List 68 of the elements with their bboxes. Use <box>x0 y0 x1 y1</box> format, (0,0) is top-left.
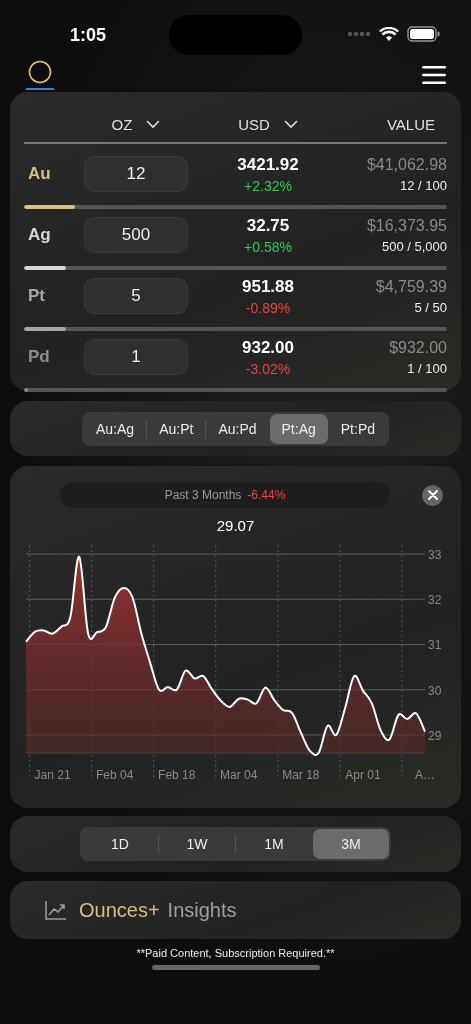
price: 3421.92 <box>237 154 299 175</box>
range-tab[interactable]: 1W <box>159 829 235 859</box>
battery-icon <box>407 26 441 42</box>
ratio-tab[interactable]: Pt:Ag <box>269 413 328 444</box>
holding-value: $16,373.95 <box>366 216 447 235</box>
metal-symbol: Au <box>27 164 52 184</box>
period-change: -6.44% <box>247 488 286 502</box>
price: 932.00 <box>242 337 294 358</box>
ratio-tab[interactable]: Au:Ag <box>84 413 147 444</box>
price: 32.75 <box>246 215 290 236</box>
status-time: 1:05 <box>70 24 107 46</box>
x-axis-label: Apr 01 <box>345 768 381 782</box>
quantity-field[interactable]: 5 <box>84 278 188 314</box>
x-axis-label: Jan 21 <box>34 768 71 782</box>
holding-value: $4,759.39 <box>375 277 447 296</box>
ratio-tab[interactable]: Au:Pd <box>206 413 269 444</box>
y-axis-label: 32 <box>428 593 442 608</box>
current-ratio: 29.07 <box>216 517 255 534</box>
price-change: -0.89% <box>245 299 291 316</box>
x-axis-label: Mar 04 <box>220 768 258 782</box>
x-axis-label: Feb 18 <box>158 768 196 782</box>
holding-ratio: 5 / 50 <box>414 299 447 315</box>
metal-symbol: Pd <box>27 347 51 367</box>
menu-button[interactable] <box>422 65 446 85</box>
x-axis-label: A… <box>415 768 435 782</box>
footer-note: **Paid Content, Subscription Required.** <box>135 947 336 959</box>
y-axis-label: 29 <box>428 728 442 743</box>
price: 951.88 <box>242 276 294 297</box>
holding-value: $41,062.98 <box>366 155 447 174</box>
metal-symbol: Ag <box>27 225 52 245</box>
insights-button[interactable]: Ounces+ Insights <box>10 881 461 939</box>
ratio-tab[interactable]: Au:Pt <box>147 413 206 444</box>
range-tab[interactable]: 3M <box>313 829 389 859</box>
close-icon <box>427 490 438 500</box>
insights-label: Insights <box>167 898 237 922</box>
column-header: VALUE <box>386 115 435 133</box>
wifi-icon <box>379 26 399 42</box>
ratio-tab[interactable]: Pt:Pd <box>328 413 387 444</box>
range-tab[interactable]: 1M <box>236 829 312 859</box>
chevron-down-icon <box>283 119 298 129</box>
price-change: +2.32% <box>244 177 292 194</box>
y-axis-label: 31 <box>428 638 442 653</box>
metal-symbol: Pt <box>27 286 46 306</box>
holding-ratio: 500 / 5,000 <box>381 238 447 254</box>
chevron-down-icon <box>146 119 161 129</box>
y-axis-label: 30 <box>428 683 442 698</box>
y-axis-label: 33 <box>428 548 442 563</box>
quantity-field[interactable]: 12 <box>84 156 188 192</box>
range-tab[interactable]: 1D <box>82 829 158 859</box>
period-label: Past 3 Months <box>164 488 242 502</box>
signal-icon <box>347 31 371 37</box>
x-axis-label: Feb 04 <box>96 768 134 782</box>
quantity-field[interactable]: 1 <box>84 339 188 375</box>
holding-ratio: 12 / 100 <box>400 177 447 193</box>
line-chart-icon <box>45 900 67 920</box>
menu-icon <box>422 65 446 85</box>
holding-value: $932.00 <box>389 338 447 357</box>
price-change: -3.02% <box>245 360 291 377</box>
column-sort-button[interactable]: USD <box>238 115 298 133</box>
column-sort-button[interactable]: OZ <box>111 115 161 133</box>
ring-icon <box>28 60 52 84</box>
coin-tab[interactable] <box>26 60 54 90</box>
x-axis-label: Mar 18 <box>282 768 320 782</box>
insights-brand: Ounces+ <box>79 898 160 922</box>
holding-ratio: 1 / 100 <box>407 360 447 376</box>
quantity-field[interactable]: 500 <box>84 217 188 253</box>
price-change: +0.58% <box>244 238 292 255</box>
close-button[interactable] <box>422 484 443 506</box>
